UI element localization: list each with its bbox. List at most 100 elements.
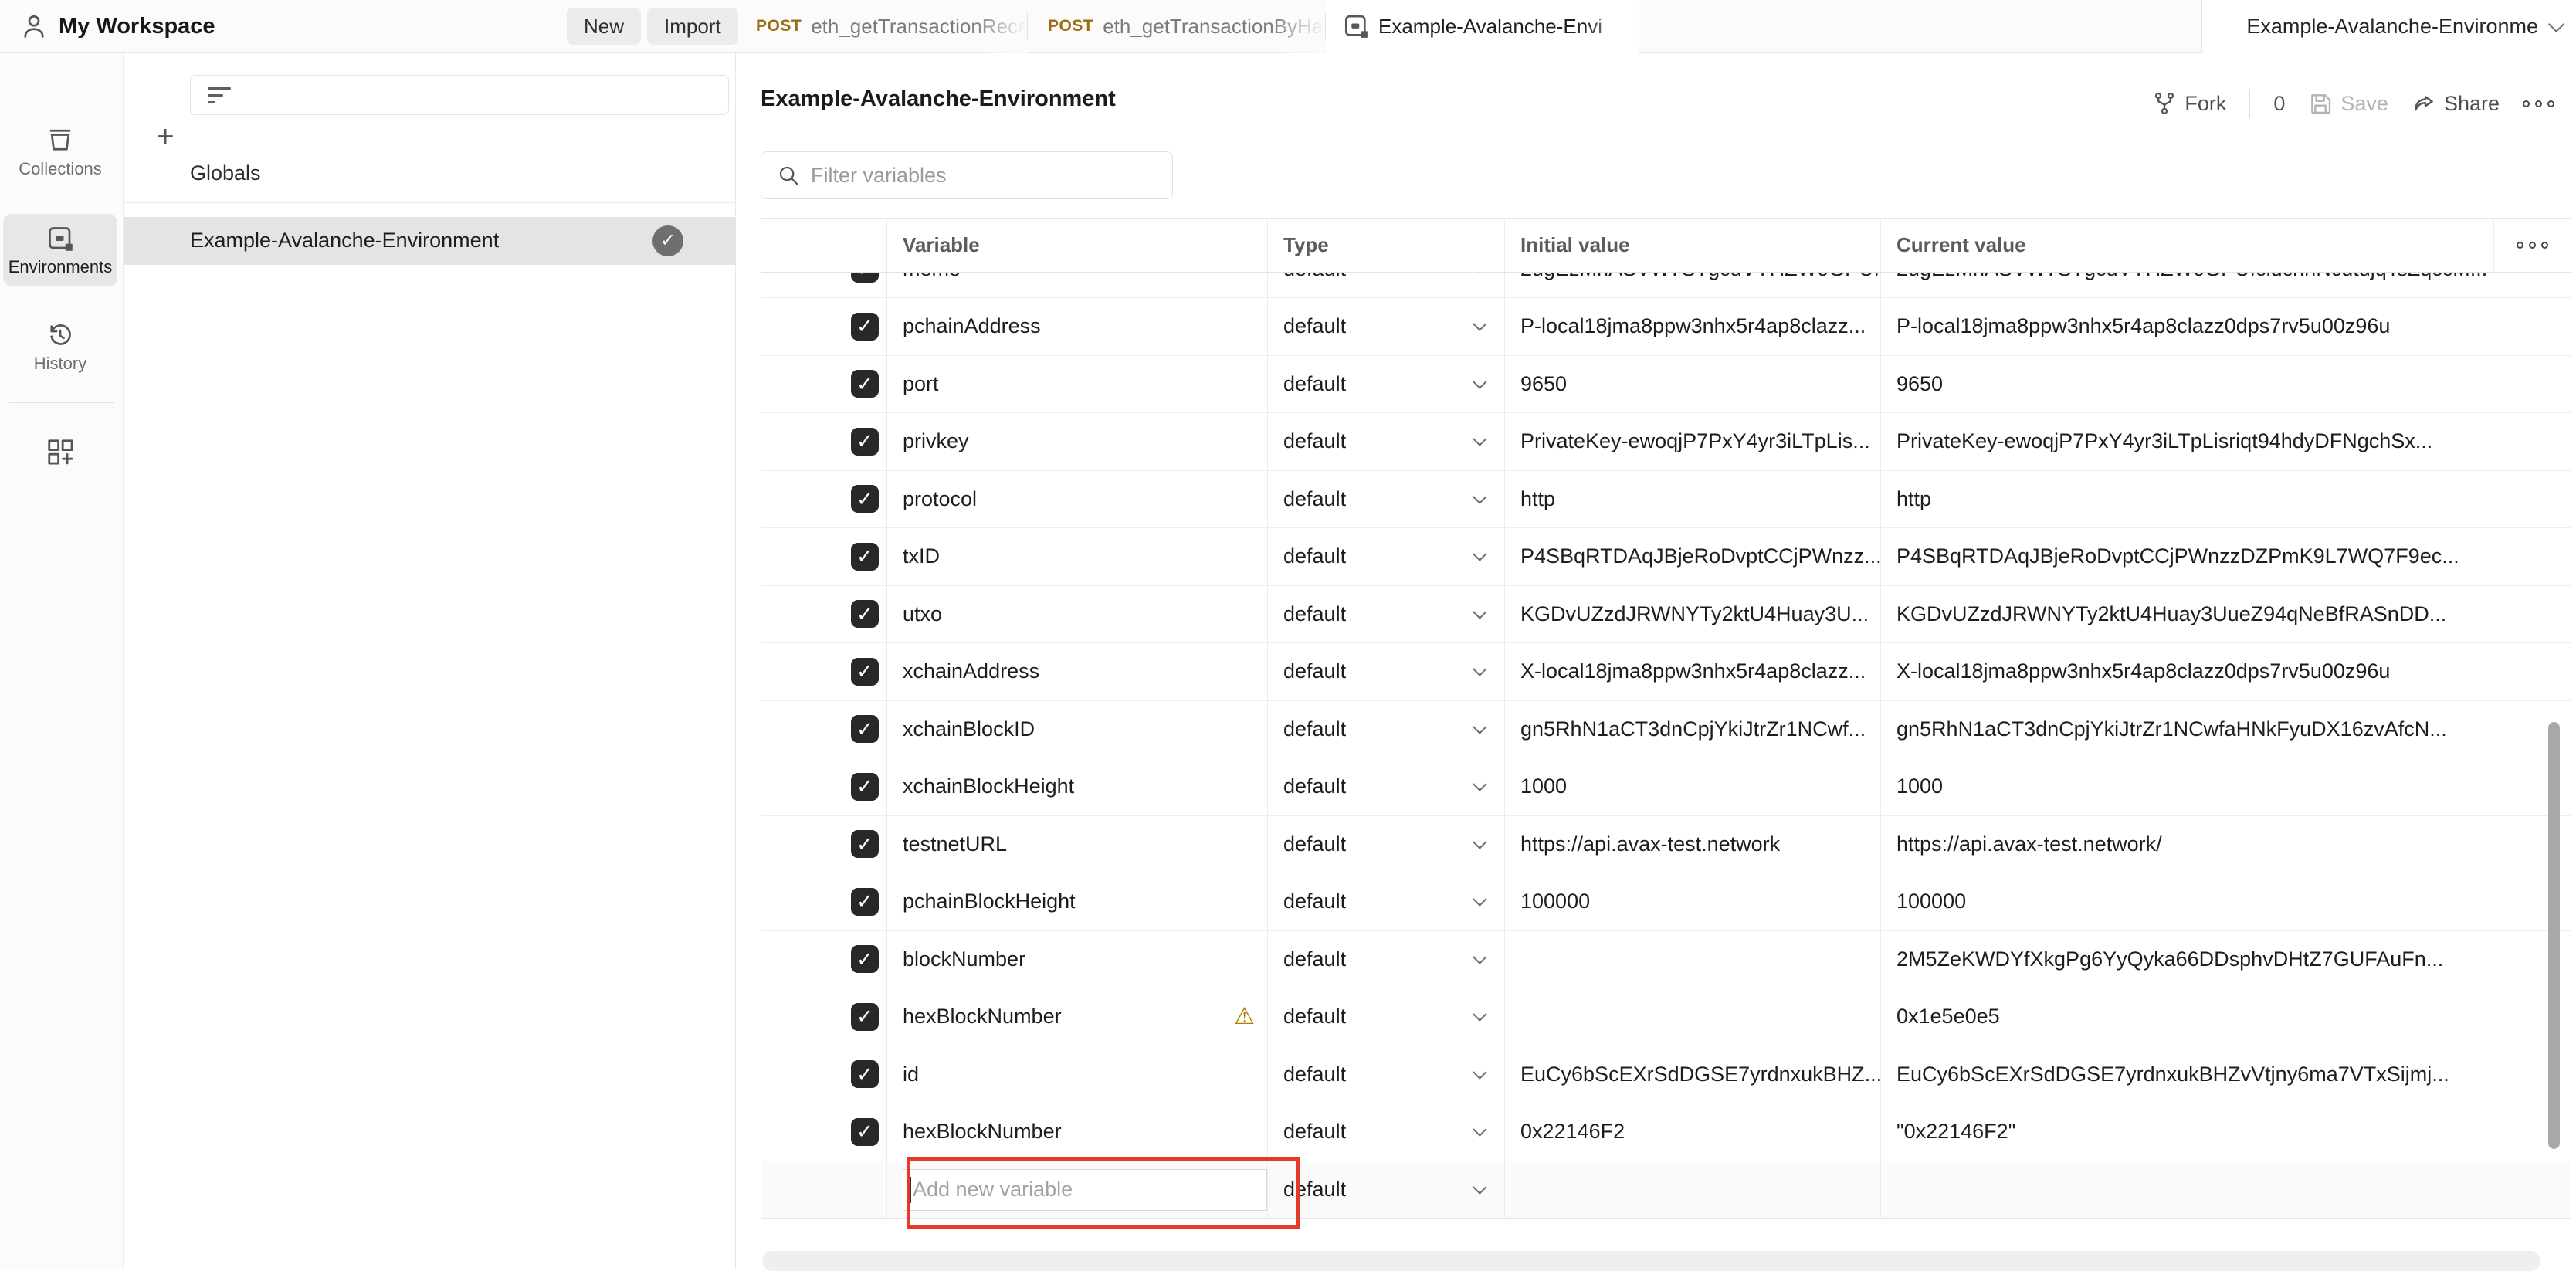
current-value-cell[interactable]: 2ugEzMnASVW7STgcdVYHZW0GPUfcldcnhNcdtdjq… <box>1880 273 2493 297</box>
type-select-cell[interactable]: default <box>1267 413 1504 470</box>
variable-name-cell[interactable]: memo ⚠ <box>886 273 1267 297</box>
variable-name-cell[interactable]: utxo ⚠ <box>886 586 1267 643</box>
row-checkbox[interactable]: ✓ <box>851 1003 879 1031</box>
type-select-cell[interactable]: default <box>1267 356 1504 413</box>
table-options-icon[interactable] <box>2517 242 2548 249</box>
type-select-cell[interactable]: default <box>1267 1161 1504 1219</box>
sidebar-filter-input[interactable] <box>190 75 729 115</box>
variable-name-cell[interactable]: testnetURL ⚠ <box>886 816 1267 873</box>
row-checkbox[interactable]: ✓ <box>851 945 879 973</box>
variable-name-cell[interactable]: port ⚠ <box>886 356 1267 413</box>
variable-name-cell[interactable]: hexBlockNumber ⚠ <box>886 988 1267 1046</box>
current-value-cell[interactable]: 9650 <box>1880 356 2493 413</box>
initial-value-cell[interactable]: PrivateKey-ewoqjP7PxY4yr3iLTpLis... <box>1504 413 1880 470</box>
initial-value-cell[interactable]: 9650 <box>1504 356 1880 413</box>
variable-name-cell[interactable]: txID ⚠ <box>886 528 1267 585</box>
current-value-cell[interactable]: 100000 <box>1880 873 2493 930</box>
type-select-cell[interactable]: default <box>1267 586 1504 643</box>
type-select-cell[interactable]: default <box>1267 931 1504 988</box>
tab-environment-active[interactable]: Example-Avalanche-Envi <box>1326 0 1639 53</box>
variable-name-cell[interactable]: xchainBlockID ⚠ <box>886 701 1267 758</box>
initial-value-cell[interactable]: EuCy6bScEXrSdDGSE7yrdnxukBHZ... <box>1504 1046 1880 1103</box>
row-checkbox[interactable]: ✓ <box>851 715 879 743</box>
add-variable-input[interactable]: Add new variable <box>903 1169 1267 1211</box>
initial-value-cell[interactable]: https://api.avax-test.network <box>1504 816 1880 873</box>
type-select-cell[interactable]: default <box>1267 988 1504 1046</box>
current-value-cell[interactable]: P-local18jma8ppw3nhx5r4ap8clazz0dps7rv5u… <box>1880 298 2493 355</box>
workspace-name[interactable]: My Workspace <box>59 14 215 39</box>
row-checkbox[interactable]: ✓ <box>851 485 879 513</box>
initial-value-cell[interactable]: http <box>1504 471 1880 528</box>
current-value-cell[interactable]: 2M5ZeKWDYfXkgPg6YyQyka66DDsphvDHtZ7GUFAu… <box>1880 931 2493 988</box>
type-select-cell[interactable]: default <box>1267 816 1504 873</box>
current-value-cell[interactable]: KGDvUZzdJRWNYTy2ktU4Huay3UueZ94qNeBfRASn… <box>1880 586 2493 643</box>
initial-value-cell[interactable]: 100000 <box>1504 873 1880 930</box>
type-select-cell[interactable]: default <box>1267 758 1504 815</box>
sidebar-item-globals[interactable]: Globals <box>124 144 736 202</box>
type-select-cell[interactable]: default <box>1267 471 1504 528</box>
initial-value-cell[interactable]: P4SBqRTDAqJBjeRoDvptCCjPWnzz... <box>1504 528 1880 585</box>
new-button[interactable]: New <box>567 8 641 45</box>
current-value-cell[interactable] <box>1880 1161 2493 1219</box>
current-value-cell[interactable]: https://api.avax-test.network/ <box>1880 816 2493 873</box>
current-value-cell[interactable]: PrivateKey-ewoqjP7PxY4yr3iLTpLisriqt94hd… <box>1880 413 2493 470</box>
row-checkbox[interactable]: ✓ <box>851 830 879 858</box>
initial-value-cell[interactable] <box>1504 988 1880 1046</box>
type-select-cell[interactable]: default <box>1267 701 1504 758</box>
initial-value-cell[interactable] <box>1504 1161 1880 1219</box>
more-actions-icon[interactable] <box>2523 100 2554 107</box>
fork-count[interactable]: 0 <box>2273 92 2285 116</box>
initial-value-cell[interactable]: 2ugEzMnASVW7STgcdVYHZW0GPUfcldcnhNcdtdjq… <box>1504 273 1880 297</box>
current-value-cell[interactable]: 1000 <box>1880 758 2493 815</box>
horizontal-scrollbar-track[interactable] <box>762 1251 2540 1271</box>
row-checkbox[interactable]: ✓ <box>851 773 879 801</box>
row-checkbox[interactable]: ✓ <box>851 888 879 916</box>
type-select-cell[interactable]: default <box>1267 643 1504 700</box>
sidebar-item-environment-selected[interactable]: Example-Avalanche-Environment ✓ <box>124 217 736 265</box>
current-value-cell[interactable]: http <box>1880 471 2493 528</box>
variable-name-cell[interactable]: hexBlockNumber ⚠ <box>886 1103 1267 1161</box>
current-value-cell[interactable]: "0x22146F2" <box>1880 1103 2493 1161</box>
tab-request-1[interactable]: POST eth_getTransactionRece <box>736 0 1027 53</box>
type-select-cell[interactable]: default <box>1267 1103 1504 1161</box>
row-checkbox[interactable]: ✓ <box>851 428 879 456</box>
variable-name-cell[interactable]: blockNumber ⚠ <box>886 931 1267 988</box>
type-select-cell[interactable]: default <box>1267 873 1504 930</box>
sidebar-item-history[interactable]: History <box>3 321 117 374</box>
tab-request-2[interactable]: POST eth_getTransactionByHa <box>1028 0 1325 53</box>
row-checkbox[interactable]: ✓ <box>851 658 879 686</box>
type-select-cell[interactable]: default <box>1267 1046 1504 1103</box>
variable-name-cell[interactable]: pchainAddress ⚠ <box>886 298 1267 355</box>
current-value-cell[interactable]: 0x1e5e0e5 <box>1880 988 2493 1046</box>
variable-name-cell[interactable]: privkey ⚠ <box>886 413 1267 470</box>
variable-name-cell[interactable]: id ⚠ <box>886 1046 1267 1103</box>
initial-value-cell[interactable] <box>1504 931 1880 988</box>
configure-sidebar-button[interactable] <box>3 437 117 466</box>
fork-button[interactable]: Fork <box>2152 91 2226 116</box>
current-value-cell[interactable]: P4SBqRTDAqJBjeRoDvptCCjPWnzzDZPmK9L7WQ7F… <box>1880 528 2493 585</box>
filter-variables-input[interactable]: Filter variables <box>761 151 1173 199</box>
row-checkbox[interactable]: ✓ <box>851 1118 879 1146</box>
type-select-cell[interactable]: default <box>1267 273 1504 297</box>
variable-name-cell[interactable]: xchainBlockHeight ⚠ <box>886 758 1267 815</box>
current-value-cell[interactable]: X-local18jma8ppw3nhx5r4ap8clazz0dps7rv5u… <box>1880 643 2493 700</box>
current-value-cell[interactable]: EuCy6bScEXrSdDGSE7yrdnxukBHZvVtjny6ma7VT… <box>1880 1046 2493 1103</box>
share-button[interactable]: Share <box>2412 91 2500 116</box>
row-checkbox[interactable]: ✓ <box>851 543 879 571</box>
variable-name-cell[interactable]: protocol ⚠ <box>886 471 1267 528</box>
row-checkbox[interactable]: ✓ <box>851 273 879 283</box>
current-value-cell[interactable]: gn5RhN1aCT3dnCpjYkiJtrZr1NCwfaHNkFyuDX16… <box>1880 701 2493 758</box>
sidebar-item-environments[interactable]: Environments <box>3 214 117 286</box>
row-checkbox[interactable]: ✓ <box>851 600 879 628</box>
initial-value-cell[interactable]: 1000 <box>1504 758 1880 815</box>
variable-name-cell[interactable]: pchainBlockHeight ⚠ <box>886 873 1267 930</box>
import-button[interactable]: Import <box>647 8 738 45</box>
type-select-cell[interactable]: default <box>1267 528 1504 585</box>
variable-name-cell[interactable]: ⚠ Add new variable <box>886 1161 1267 1219</box>
type-select-cell[interactable]: default <box>1267 298 1504 355</box>
initial-value-cell[interactable]: X-local18jma8ppw3nhx5r4ap8clazz... <box>1504 643 1880 700</box>
initial-value-cell[interactable]: 0x22146F2 <box>1504 1103 1880 1161</box>
variable-name-cell[interactable]: xchainAddress ⚠ <box>886 643 1267 700</box>
environment-selector[interactable]: Example-Avalanche-Environme <box>2246 15 2562 39</box>
initial-value-cell[interactable]: P-local18jma8ppw3nhx5r4ap8clazz... <box>1504 298 1880 355</box>
